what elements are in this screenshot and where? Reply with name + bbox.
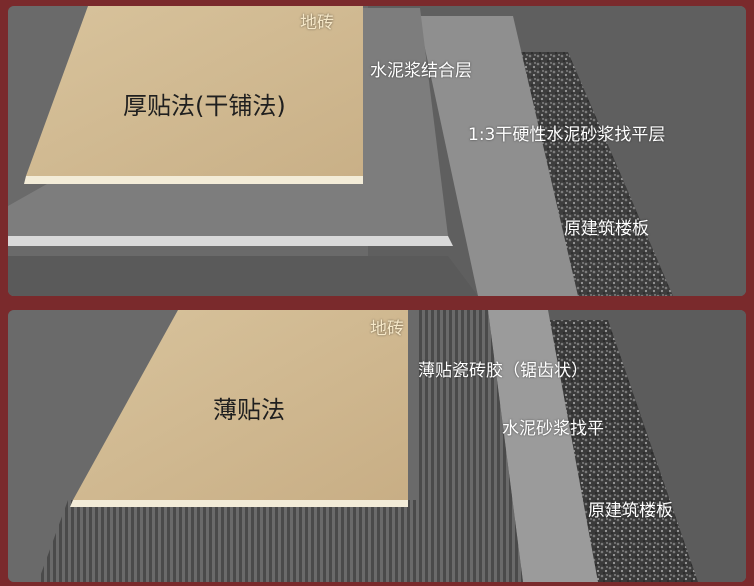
slab-label: 原建筑楼板 <box>564 219 649 239</box>
tile-edge <box>24 176 363 184</box>
slab-label: 原建筑楼板 <box>588 501 673 521</box>
cement-paste-edge <box>8 236 453 246</box>
tile-label: 地砖 <box>370 319 404 339</box>
method-label: 薄贴法 <box>213 396 285 424</box>
thick-bed-layers-diagram <box>8 6 746 296</box>
dry-mortar-label: 1:3干硬性水泥砂浆找平层 <box>468 125 666 145</box>
tile-label: 地砖 <box>300 13 334 33</box>
adhesive-label: 薄贴瓷砖胶（锯齿状） <box>418 361 588 381</box>
thin-set-layers-diagram <box>8 310 746 582</box>
dry-mortar-front <box>8 256 478 296</box>
thick-bed-method-panel: 地砖 厚贴法(干铺法) 水泥浆结合层 1:3干硬性水泥砂浆找平层 原建筑楼板 <box>8 6 746 296</box>
tile-edge <box>70 500 408 507</box>
thin-set-method-panel: 地砖 薄贴法 薄贴瓷砖胶（锯齿状） 水泥砂浆找平 原建筑楼板 <box>8 310 746 582</box>
mortar-label: 水泥砂浆找平 <box>502 419 604 439</box>
method-label: 厚贴法(干铺法) <box>123 92 286 120</box>
cement-paste-label: 水泥浆结合层 <box>370 61 472 81</box>
